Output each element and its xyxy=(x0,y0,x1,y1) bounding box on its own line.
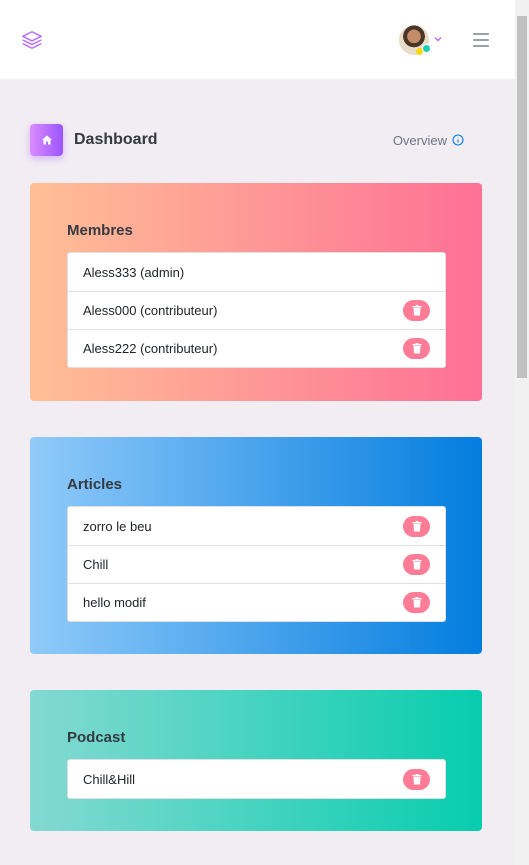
profile-dropdown[interactable] xyxy=(399,24,431,55)
membres-title: Membres xyxy=(67,222,133,239)
article-name: zorro le beu xyxy=(83,518,152,534)
list-item: Aless000 (contributeur) xyxy=(68,291,445,329)
chevron-down-icon[interactable] xyxy=(433,34,443,44)
hamburger-icon[interactable] xyxy=(473,32,489,47)
podcast-card: Podcast Chill&Hill xyxy=(30,690,482,831)
info-circle-icon xyxy=(452,134,464,146)
trash-icon xyxy=(412,343,421,354)
articles-card: Articles zorro le beu Chill hello modif xyxy=(30,437,482,654)
layers-icon[interactable] xyxy=(21,29,43,51)
trash-icon xyxy=(412,520,421,531)
online-status-indicator xyxy=(422,43,431,53)
page-header-left: Dashboard xyxy=(30,124,158,156)
list-item: hello modif xyxy=(68,583,445,621)
articles-list: zorro le beu Chill hello modif xyxy=(67,506,446,622)
podcast-name: Chill&Hill xyxy=(83,771,136,787)
scrollbar[interactable] xyxy=(515,0,529,865)
delete-button[interactable] xyxy=(403,768,430,790)
member-name: Aless222 (contributeur) xyxy=(83,341,218,356)
home-icon xyxy=(30,124,63,156)
article-name: hello modif xyxy=(83,595,146,610)
overview-label: Overview xyxy=(392,132,447,148)
list-item: Aless222 (contributeur) xyxy=(68,329,445,367)
membres-card: Membres Aless333 (admin) Aless000 (contr… xyxy=(30,183,482,401)
list-item: Chill xyxy=(68,545,445,583)
member-name: Aless333 (admin) xyxy=(83,264,185,280)
trash-icon xyxy=(412,597,421,608)
podcast-list: Chill&Hill xyxy=(67,759,446,799)
delete-button[interactable] xyxy=(403,554,430,575)
delete-button[interactable] xyxy=(403,515,430,537)
article-name: Chill xyxy=(83,557,109,572)
membres-list: Aless333 (admin) Aless000 (contributeur)… xyxy=(67,252,446,368)
podcast-title: Podcast xyxy=(67,729,126,746)
top-navbar xyxy=(0,0,515,79)
delete-button[interactable] xyxy=(403,592,430,613)
delete-button[interactable] xyxy=(403,300,430,321)
page-title: Dashboard xyxy=(74,131,158,148)
list-item: zorro le beu xyxy=(68,507,445,545)
trash-icon xyxy=(412,773,421,784)
list-item: Aless333 (admin) xyxy=(68,253,445,291)
list-item: Chill&Hill xyxy=(68,760,445,798)
articles-title: Articles xyxy=(67,476,123,493)
member-name: Aless000 (contributeur) xyxy=(83,303,218,318)
trash-icon xyxy=(412,559,421,570)
trash-icon xyxy=(412,305,421,316)
scrollbar-thumb[interactable] xyxy=(517,16,527,378)
navbar-right xyxy=(399,24,489,55)
overview-breadcrumb[interactable]: Overview xyxy=(393,133,464,148)
page-header: Dashboard Overview xyxy=(30,124,482,156)
delete-button[interactable] xyxy=(403,338,430,359)
